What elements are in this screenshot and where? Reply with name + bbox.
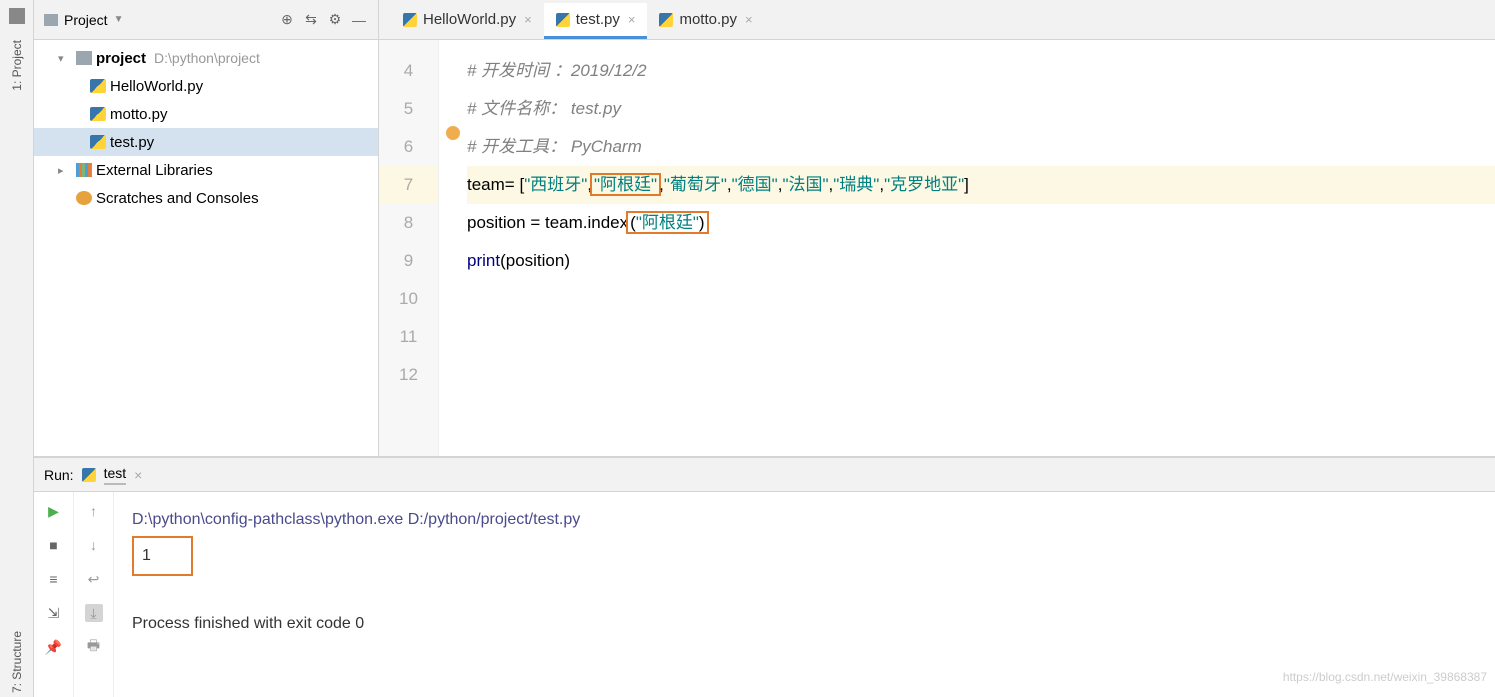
tree-file-helloworld[interactable]: HelloWorld.py (34, 72, 378, 100)
code-line[interactable]: # 开发工具： PyCharm (467, 128, 1495, 166)
project-header: Project ▼ ⊕ ⇆ ⚙ — (34, 0, 378, 40)
code-line[interactable]: position = team.index("阿根廷") (467, 204, 1495, 242)
run-body: ▶ ■ ≡ ⇲ 📌 ↑ ↓ ↩ ⤓ 🖶 D:\python\config-pat… (34, 492, 1495, 697)
hide-icon[interactable]: — (350, 11, 368, 29)
close-icon[interactable]: × (134, 467, 142, 483)
code-line[interactable]: # 开发时间 ：2019/12/2 (467, 52, 1495, 90)
line-gutter: 456789101112 (379, 40, 439, 456)
close-icon[interactable]: × (628, 12, 636, 27)
editor-area: HelloWorld.py × test.py × motto.py × 456… (379, 0, 1495, 456)
external-label: External Libraries (96, 162, 213, 179)
main-area: Project ▼ ⊕ ⇆ ⚙ — ▾ project D:\python\pr… (34, 0, 1495, 697)
file-name: HelloWorld.py (110, 78, 203, 95)
wrap-icon[interactable]: ↩ (85, 570, 103, 588)
project-title: Project (64, 12, 108, 28)
tree-file-motto[interactable]: motto.py (34, 100, 378, 128)
stop-icon[interactable]: ■ (45, 536, 63, 554)
libraries-icon (76, 163, 92, 177)
line-number: 5 (379, 90, 438, 128)
tab-label: motto.py (679, 11, 737, 28)
code-line[interactable] (467, 318, 1495, 356)
line-number: 8 (379, 204, 438, 242)
locate-icon[interactable]: ⊕ (278, 11, 296, 29)
code-editor[interactable]: 456789101112 # 开发时间 ：2019/12/2# 文件名称： te… (379, 40, 1495, 456)
line-number: 11 (379, 318, 438, 356)
run-toolbar-1: ▶ ■ ≡ ⇲ 📌 (34, 492, 74, 697)
tab-test[interactable]: test.py × (544, 3, 648, 39)
folder-icon (76, 51, 92, 65)
print-icon[interactable]: 🖶 (85, 638, 103, 656)
line-number: 9 (379, 242, 438, 280)
python-file-icon (90, 79, 106, 93)
folder-icon (44, 14, 58, 26)
project-tool-icon[interactable] (9, 8, 25, 24)
highlight-box: "阿根廷" (590, 173, 661, 196)
debug-icon[interactable]: ⇲ (45, 604, 63, 622)
tree-external-libraries[interactable]: ▸ External Libraries (34, 156, 378, 184)
console-command: D:\python\config-pathclass\python.exe D:… (132, 504, 1477, 536)
line-number: 12 (379, 356, 438, 394)
play-icon[interactable]: ▶ (45, 502, 63, 520)
code-line[interactable] (467, 280, 1495, 318)
console-output[interactable]: D:\python\config-pathclass\python.exe D:… (114, 492, 1495, 697)
project-tree: ▾ project D:\python\project HelloWorld.p… (34, 40, 378, 216)
collapse-icon[interactable]: ⇆ (302, 11, 320, 29)
run-toolbar-2: ↑ ↓ ↩ ⤓ 🖶 (74, 492, 114, 697)
up-arrow-icon[interactable]: ↑ (85, 502, 103, 520)
tree-file-test[interactable]: test.py (34, 128, 378, 156)
tab-label: test.py (576, 11, 620, 28)
code-line[interactable]: # 文件名称： test.py (467, 90, 1495, 128)
line-number: 7 (379, 166, 438, 204)
line-number: 10 (379, 280, 438, 318)
project-panel: Project ▼ ⊕ ⇆ ⚙ — ▾ project D:\python\pr… (34, 0, 379, 456)
left-tool-rail: 1: Project 7: Structure (0, 0, 34, 697)
file-name: test.py (110, 134, 154, 151)
file-name: motto.py (110, 106, 168, 123)
tree-scratches[interactable]: Scratches and Consoles (34, 184, 378, 212)
run-label: Run: (44, 467, 74, 483)
chevron-down-icon[interactable]: ▼ (114, 14, 124, 25)
tab-label: HelloWorld.py (423, 11, 516, 28)
expand-arrow-icon[interactable]: ▸ (58, 164, 72, 177)
gear-icon[interactable]: ⚙ (326, 11, 344, 29)
tab-motto[interactable]: motto.py × (647, 3, 764, 39)
python-file-icon (403, 13, 417, 27)
code-line[interactable]: team= ["西班牙","阿根廷","葡萄牙","德国","法国","瑞典",… (467, 166, 1495, 204)
run-header: Run: test × (34, 458, 1495, 492)
python-file-icon (90, 107, 106, 121)
python-file-icon (659, 13, 673, 27)
python-file-icon (82, 468, 96, 482)
scratches-label: Scratches and Consoles (96, 190, 259, 207)
run-panel: Run: test × ▶ ■ ≡ ⇲ 📌 ↑ ↓ ↩ ⤓ 🖶 D:\pytho… (34, 457, 1495, 697)
pin-icon[interactable]: 📌 (45, 638, 63, 656)
code-line[interactable] (467, 356, 1495, 394)
code-line[interactable]: print(position) (467, 242, 1495, 280)
console-result: 1 (132, 536, 193, 576)
scroll-icon[interactable]: ⤓ (85, 604, 103, 622)
code-body[interactable]: # 开发时间 ：2019/12/2# 文件名称： test.py# 开发工具： … (439, 40, 1495, 456)
line-number: 6 (379, 128, 438, 166)
line-number: 4 (379, 52, 438, 90)
upper-split: Project ▼ ⊕ ⇆ ⚙ — ▾ project D:\python\pr… (34, 0, 1495, 457)
layout-icon[interactable]: ≡ (45, 570, 63, 588)
run-tab-name[interactable]: test (104, 465, 127, 485)
project-tool-label[interactable]: 1: Project (10, 36, 24, 95)
tree-root[interactable]: ▾ project D:\python\project (34, 44, 378, 72)
close-icon[interactable]: × (745, 12, 753, 27)
console-exit: Process finished with exit code 0 (132, 608, 1477, 640)
scratches-icon (76, 191, 92, 205)
highlight-box: ("阿根廷") (626, 211, 708, 234)
python-file-icon (90, 135, 106, 149)
expand-arrow-icon[interactable]: ▾ (58, 52, 72, 65)
editor-tabs: HelloWorld.py × test.py × motto.py × (379, 0, 1495, 40)
root-path: D:\python\project (154, 50, 260, 66)
tab-helloworld[interactable]: HelloWorld.py × (391, 3, 544, 39)
watermark: https://blog.csdn.net/weixin_39868387 (1283, 661, 1487, 693)
root-name: project (96, 50, 146, 67)
structure-tool-label[interactable]: 7: Structure (10, 627, 24, 697)
close-icon[interactable]: × (524, 12, 532, 27)
python-file-icon (556, 13, 570, 27)
down-arrow-icon[interactable]: ↓ (85, 536, 103, 554)
